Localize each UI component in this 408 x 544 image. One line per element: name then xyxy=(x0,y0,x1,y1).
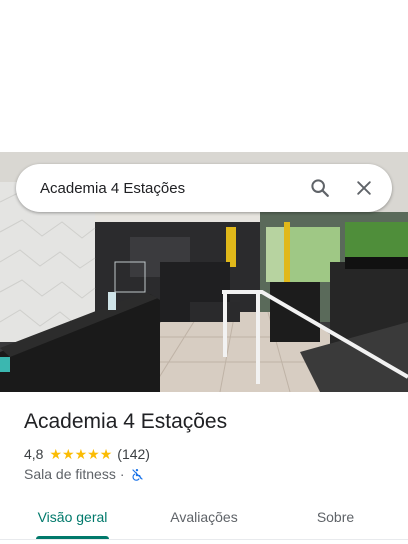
rating-value: 4,8 xyxy=(24,446,44,462)
tab-label: Sobre xyxy=(316,509,355,525)
place-tabs: Visão geral Avaliações Sobre xyxy=(0,495,408,539)
star-icon: ★ xyxy=(99,446,113,462)
place-info-panel: Academia 4 Estações 4,8 ★ ★ ★ ★ ★ (142) … xyxy=(0,392,408,544)
place-title: Academia 4 Estações xyxy=(24,410,228,433)
star-icon: ★ xyxy=(49,446,63,462)
map-blank-area xyxy=(0,0,408,152)
tab-label: Avaliações xyxy=(170,509,238,525)
tab-label: Visão geral xyxy=(37,509,108,525)
star-icon: ★ xyxy=(87,446,100,462)
place-category: Sala de fitness xyxy=(24,466,116,482)
search-input[interactable]: Academia 4 Estações xyxy=(16,180,298,197)
tab-about[interactable]: Sobre xyxy=(263,495,408,539)
search-button[interactable] xyxy=(298,166,342,210)
star-icon: ★ xyxy=(62,446,75,462)
tab-overview[interactable]: Visão geral xyxy=(0,495,145,539)
close-button[interactable] xyxy=(342,166,386,210)
star-icon: ★ xyxy=(74,446,88,462)
not-accessible-icon[interactable] xyxy=(131,468,144,481)
star-rating: ★ ★ ★ ★ ★ xyxy=(49,447,112,461)
search-icon xyxy=(311,179,329,197)
separator-dot: · xyxy=(119,466,125,482)
close-icon xyxy=(357,181,371,195)
rating-row[interactable]: 4,8 ★ ★ ★ ★ ★ (142) xyxy=(24,445,150,463)
review-count[interactable]: (142) xyxy=(117,446,150,462)
tabs-divider xyxy=(0,539,408,540)
tab-reviews[interactable]: Avaliações xyxy=(145,495,263,539)
search-bar[interactable]: Academia 4 Estações xyxy=(16,164,392,212)
category-row: Sala de fitness · xyxy=(24,465,144,483)
